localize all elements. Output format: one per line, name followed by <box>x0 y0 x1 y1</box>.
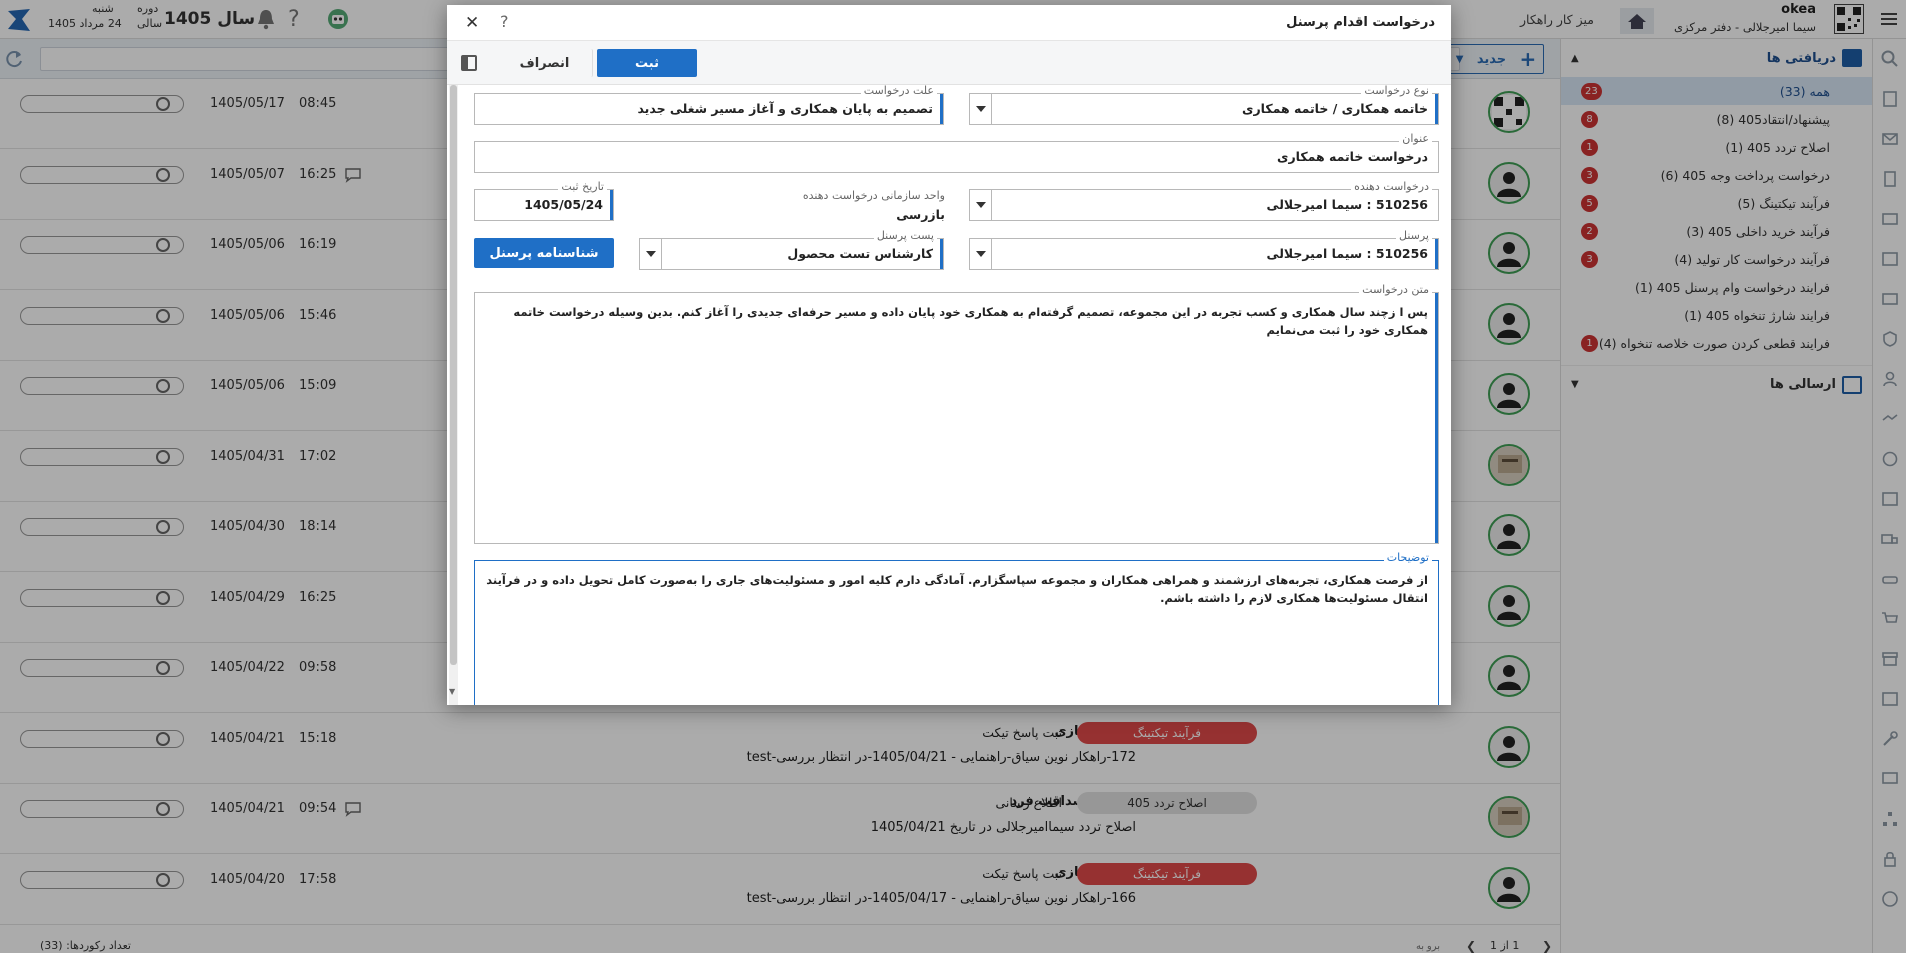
org-unit-label: واحد سازمانی درخواست دهنده <box>802 189 945 202</box>
request-type-value: خاتمه همکاری / خاتمه همکاری <box>1241 101 1428 116</box>
reg-date-value: 1405/05/24 <box>524 197 603 212</box>
chevron-down-icon[interactable] <box>970 190 992 220</box>
request-type-field[interactable]: نوع درخواست خاتمه همکاری / خاتمه همکاری <box>969 85 1439 125</box>
subject-field[interactable]: عنوان درخواست خاتمه همکاری <box>474 132 1439 173</box>
personnel-value: 510256 : سیما امیرجلالی <box>1266 246 1428 261</box>
reg-date-label: تاریخ ثبت <box>558 180 607 194</box>
personnel-field[interactable]: پرسنل 510256 : سیما امیرجلالی <box>969 229 1439 270</box>
chevron-down-icon[interactable] <box>970 239 992 269</box>
panel-toggle-icon[interactable] <box>461 55 477 71</box>
reason-value: تصمیم به پایان همکاری و آغاز مسیر شغلی ج… <box>637 101 933 116</box>
scroll-down-icon[interactable]: ▼ <box>449 687 455 696</box>
request-body-field[interactable]: متن درخواست پس ا زچند سال همکاری و کسب ت… <box>474 283 1439 544</box>
requester-value: 510256 : سیما امیرجلالی <box>1266 197 1428 212</box>
dialog-title: درخواست اقدام پرسنل <box>1286 15 1435 30</box>
personnel-identity-button[interactable]: شناسنامه پرسنل <box>474 238 614 268</box>
reason-label: علت درخواست <box>860 85 937 98</box>
request-body-text: پس ا زچند سال همکاری و کسب تجربه در این … <box>513 305 1428 337</box>
personnel-label: پرسنل <box>1396 229 1432 243</box>
org-unit-value: بازرسی <box>896 207 945 222</box>
submit-button[interactable]: ثبت <box>597 49 697 77</box>
post-value: کارشناس تست محصول <box>787 246 933 261</box>
dialog-header: درخواست اقدام پرسنل ✕ ? <box>447 5 1451 41</box>
dialog-body: ▼ نوع درخواست خاتمه همکاری / خاتمه همکار… <box>447 85 1451 705</box>
subject-label: عنوان <box>1399 132 1432 146</box>
post-label: پست پرسنل <box>873 229 937 243</box>
notes-text: از فرصت همکاری، تجربه‌های ارزشمند و همرا… <box>486 573 1428 605</box>
reason-field[interactable]: علت درخواست تصمیم به پایان همکاری و آغاز… <box>474 85 944 125</box>
reg-date-field[interactable]: تاریخ ثبت 1405/05/24 <box>474 180 614 221</box>
cancel-button[interactable]: انصراف <box>497 49 593 77</box>
notes-field[interactable]: توضیحات از فرصت همکاری، تجربه‌های ارزشمن… <box>474 551 1439 705</box>
notes-label: توضیحات <box>1383 551 1432 565</box>
post-field[interactable]: پست پرسنل کارشناس تست محصول <box>639 229 944 270</box>
requester-field[interactable]: درخواست دهنده 510256 : سیما امیرجلالی <box>969 180 1439 221</box>
personnel-action-dialog: درخواست اقدام پرسنل ✕ ? ثبت انصراف ▼ نوع… <box>447 5 1451 705</box>
requester-label: درخواست دهنده <box>1351 180 1432 194</box>
subject-value: درخواست خاتمه همکاری <box>1277 149 1428 164</box>
help-icon[interactable]: ? <box>500 12 509 31</box>
chevron-down-icon[interactable] <box>640 239 662 269</box>
request-type-label: نوع درخواست <box>1361 85 1432 98</box>
chevron-down-icon[interactable] <box>970 94 992 124</box>
request-body-label: متن درخواست <box>1359 283 1432 297</box>
close-icon[interactable]: ✕ <box>465 13 479 33</box>
dialog-toolbar: ثبت انصراف <box>447 41 1451 85</box>
scrollbar[interactable]: ▼ <box>449 85 458 705</box>
